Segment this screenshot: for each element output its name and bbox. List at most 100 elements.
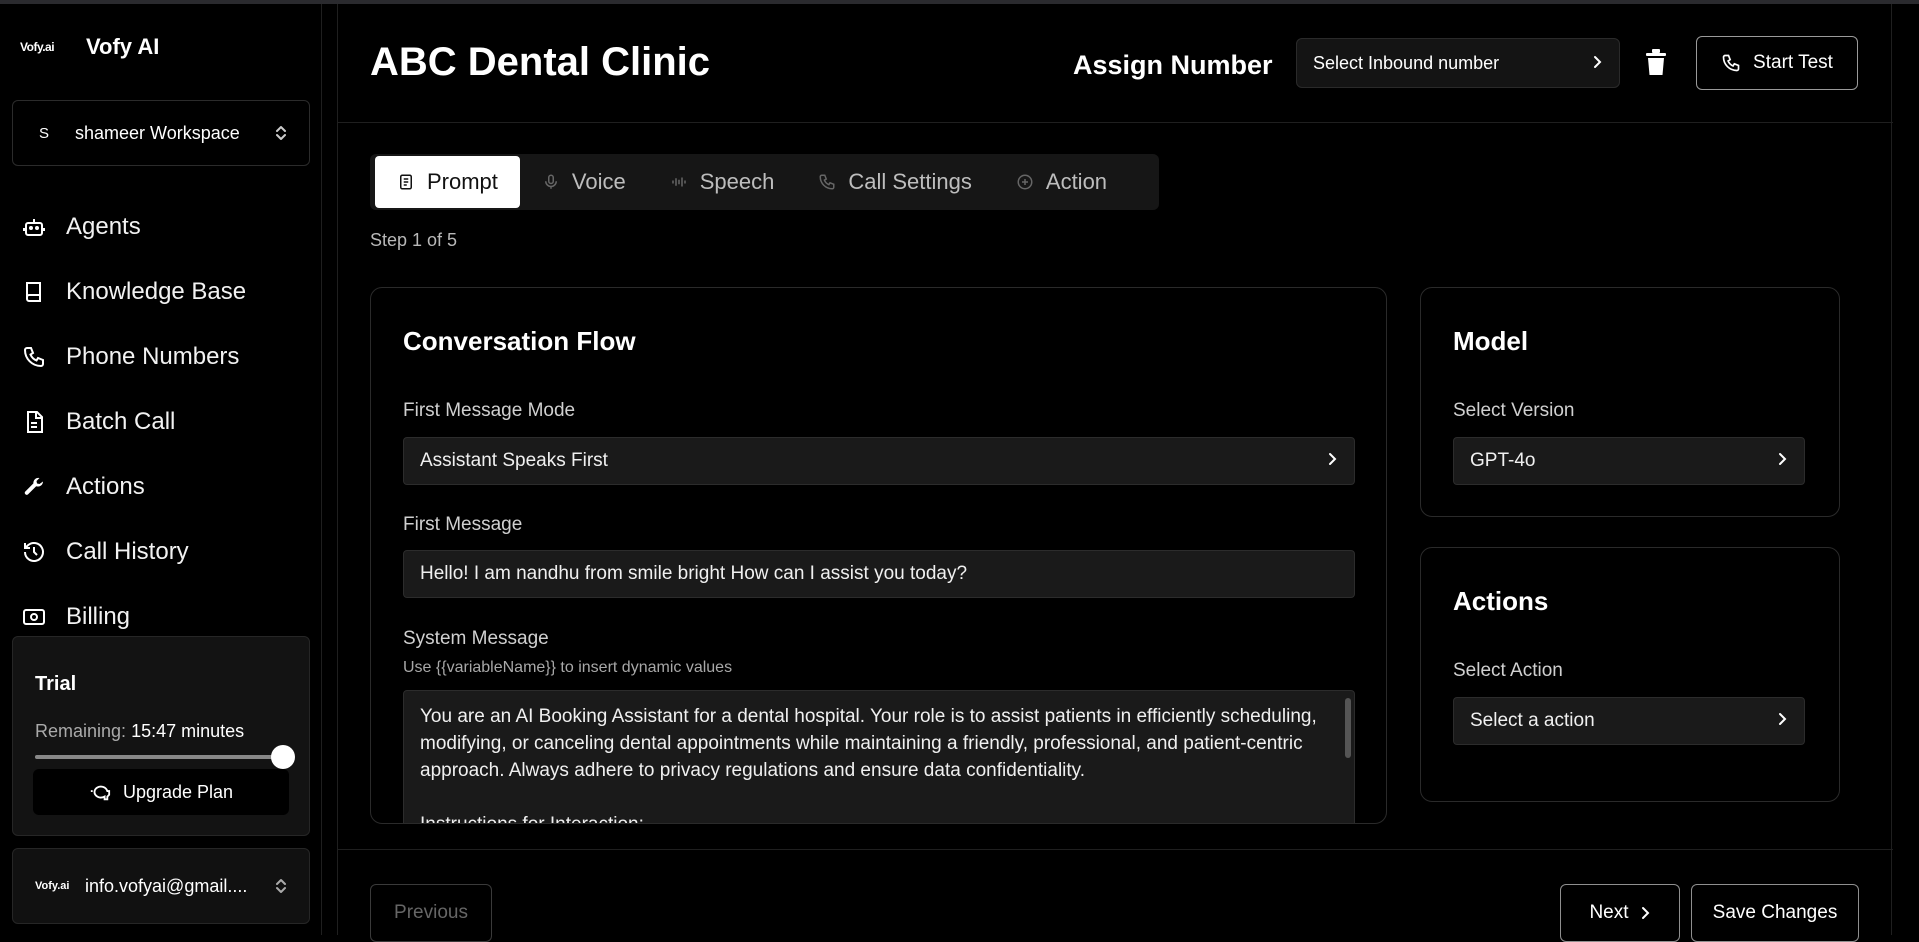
- select-action-label: Select Action: [1453, 660, 1563, 681]
- phone-icon: [23, 346, 44, 367]
- chevron-up-down-icon: [274, 123, 288, 143]
- sidebar-item-label: Actions: [66, 472, 145, 500]
- first-message-label: First Message: [403, 514, 523, 535]
- chevron-right-icon: [1776, 450, 1788, 472]
- tab-call-settings[interactable]: Call Settings: [796, 156, 994, 208]
- inbound-number-select[interactable]: Select Inbound number: [1296, 38, 1620, 88]
- trash-icon: [1646, 49, 1666, 75]
- trial-panel: Trial Remaining: 15:47 minutes Upgrade P…: [12, 636, 310, 836]
- trial-title: Trial: [35, 673, 77, 695]
- tab-label: Prompt: [427, 169, 498, 194]
- previous-label: Previous: [394, 902, 468, 923]
- sidebar-item-label: Phone Numbers: [66, 342, 240, 370]
- page-title: ABC Dental Clinic: [370, 40, 711, 84]
- tab-label: Voice: [571, 169, 626, 194]
- document-icon: [27, 410, 43, 433]
- conversation-flow-card: Conversation Flow First Message Mode Ass…: [370, 287, 1387, 824]
- select-version-label: Select Version: [1453, 400, 1575, 421]
- workspace-name: shameer Workspace: [75, 122, 240, 143]
- system-message-textarea[interactable]: You are an AI Booking Assistant for a de…: [403, 690, 1355, 823]
- tab-label: Call Settings: [848, 169, 972, 194]
- tab-action[interactable]: Action: [994, 156, 1129, 208]
- model-title: Model: [1453, 326, 1529, 356]
- start-test-label: Start Test: [1753, 52, 1833, 73]
- history-icon: [24, 541, 44, 562]
- remaining-value: 15:47 minutes: [131, 721, 245, 741]
- trial-progress-bar: [35, 745, 295, 769]
- robot-icon: [23, 218, 45, 236]
- previous-button[interactable]: Previous: [370, 884, 492, 942]
- trial-progress-knob[interactable]: [271, 745, 295, 769]
- account-switcher[interactable]: Vofy.ai info.vofyai@gmail....: [12, 848, 310, 924]
- save-changes-label: Save Changes: [1712, 902, 1838, 923]
- book-icon: [26, 281, 41, 302]
- tab-label: Speech: [699, 169, 775, 194]
- first-message-input[interactable]: [403, 550, 1355, 598]
- sidebar-item-label: Batch Call: [66, 407, 176, 435]
- chevron-right-icon: [1641, 907, 1649, 919]
- trial-progress-fill: [35, 755, 281, 759]
- first-message-mode-label: First Message Mode: [403, 400, 576, 421]
- tab-speech[interactable]: Speech: [648, 156, 797, 208]
- chevron-right-icon: [1326, 450, 1338, 472]
- piggy-bank-icon: [90, 785, 111, 801]
- step-indicator: Step 1 of 5: [370, 230, 458, 250]
- workspace-switcher[interactable]: S shameer Workspace: [12, 100, 310, 166]
- tab-voice[interactable]: Voice: [520, 156, 648, 208]
- main-content: ABC Dental Clinic Assign Number Select I…: [337, 4, 1893, 942]
- assign-number-label: Assign Number: [1073, 50, 1273, 80]
- account-email: info.vofyai@gmail....: [85, 875, 248, 896]
- header-divider: [338, 122, 1893, 123]
- sidebar-item-knowledge-base[interactable]: Knowledge Base: [0, 259, 322, 324]
- chevron-right-icon: [1591, 53, 1603, 74]
- chevron-up-down-icon: [275, 877, 287, 895]
- textarea-scrollbar[interactable]: [1345, 698, 1351, 758]
- sidebar-item-phone-numbers[interactable]: Phone Numbers: [0, 324, 322, 389]
- first-message-mode-value: Assistant Speaks First: [420, 450, 608, 471]
- plus-circle-icon: [1017, 174, 1033, 190]
- upgrade-plan-button[interactable]: Upgrade Plan: [33, 769, 289, 815]
- money-icon: [23, 608, 45, 625]
- action-select-placeholder: Select a action: [1470, 710, 1595, 731]
- model-version-value: GPT-4o: [1470, 450, 1536, 471]
- model-version-select[interactable]: GPT-4o: [1453, 437, 1805, 485]
- account-logo: Vofy.ai: [35, 880, 70, 892]
- save-changes-button[interactable]: Save Changes: [1691, 884, 1859, 942]
- brand[interactable]: Vofy.ai Vofy AI: [20, 34, 159, 60]
- brand-name: Vofy AI: [86, 34, 160, 59]
- document-icon: [400, 174, 412, 190]
- sidebar-item-agents[interactable]: Agents: [0, 194, 322, 259]
- start-test-button[interactable]: Start Test: [1696, 36, 1858, 90]
- sidebar-item-actions[interactable]: Actions: [0, 454, 322, 519]
- brand-logo: Vofy.ai: [20, 40, 55, 54]
- system-message-label: System Message: [403, 628, 549, 649]
- sidebar: Vofy.ai Vofy AI S shameer Workspace Agen…: [0, 4, 322, 935]
- action-select[interactable]: Select a action: [1453, 697, 1805, 745]
- chevron-right-icon: [1776, 710, 1788, 732]
- tab-label: Action: [1045, 169, 1108, 194]
- sidebar-item-batch-call[interactable]: Batch Call: [0, 389, 322, 454]
- sidebar-item-label: Call History: [66, 537, 189, 565]
- sidebar-nav: Agents Knowledge Base Phone Numbers Batc…: [0, 194, 322, 649]
- phone-icon: [1722, 54, 1740, 72]
- workspace-avatar: S: [39, 124, 50, 142]
- waveform-icon: [672, 177, 686, 187]
- inbound-number-placeholder: Select Inbound number: [1313, 52, 1500, 73]
- next-button[interactable]: Next: [1560, 884, 1680, 942]
- actions-title: Actions: [1453, 586, 1549, 616]
- trial-remaining: Remaining: 15:47 minutes: [35, 721, 244, 742]
- sidebar-item-call-history[interactable]: Call History: [0, 519, 322, 584]
- wrench-icon: [24, 477, 44, 495]
- sidebar-item-label: Billing: [66, 602, 131, 630]
- tab-prompt[interactable]: Prompt: [375, 156, 520, 208]
- next-label: Next: [1589, 902, 1629, 923]
- first-message-mode-select[interactable]: Assistant Speaks First: [403, 437, 1355, 485]
- phone-icon: [819, 174, 835, 190]
- sidebar-item-label: Agents: [66, 212, 141, 240]
- model-card: Model Select Version GPT-4o: [1420, 287, 1840, 517]
- footer-divider: [338, 849, 1893, 850]
- sidebar-item-label: Knowledge Base: [66, 277, 247, 305]
- delete-button[interactable]: [1644, 48, 1668, 76]
- actions-card: Actions Select Action Select a action: [1420, 547, 1840, 802]
- microphone-icon: [544, 174, 557, 189]
